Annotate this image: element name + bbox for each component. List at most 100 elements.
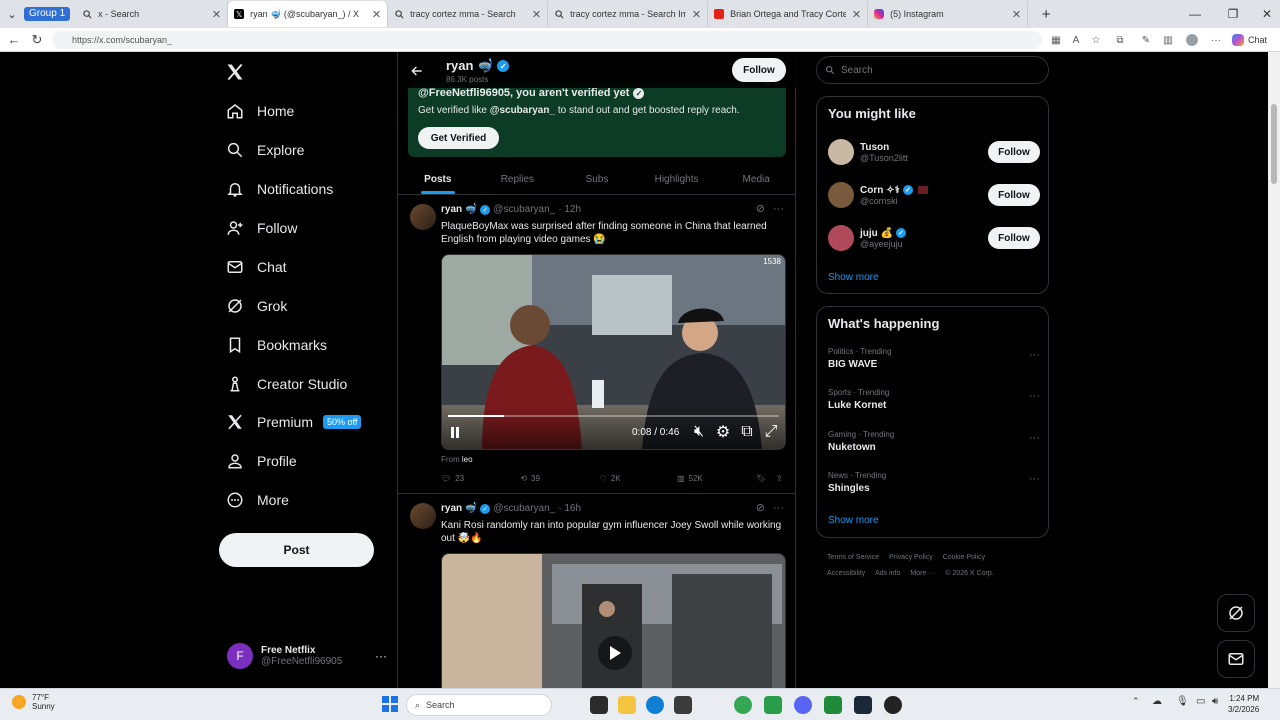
tab-group-chip[interactable]: Group 1: [24, 7, 71, 21]
calculator-icon[interactable]: [674, 696, 692, 714]
extension-icon[interactable]: ✎: [1138, 32, 1154, 48]
terminal-app-icon[interactable]: [590, 696, 608, 714]
close-window-icon[interactable]: ✕: [1250, 0, 1280, 28]
messages-fab-button[interactable]: [1217, 640, 1255, 678]
trend-item[interactable]: Gaming · Trending Nuketown ···: [828, 430, 1040, 453]
back-arrow-icon[interactable]: ←: [2, 28, 26, 52]
taskbar-clock[interactable]: 1:24 PM 3/2/2026: [1228, 693, 1259, 715]
avatar[interactable]: [410, 503, 436, 529]
more-dots-icon[interactable]: ···: [773, 502, 784, 514]
close-tab-icon[interactable]: ✕: [372, 8, 381, 21]
nav-notifications[interactable]: Notifications: [225, 174, 333, 204]
minimize-icon[interactable]: —: [1178, 0, 1212, 28]
avatar[interactable]: [828, 139, 854, 165]
x-logo-icon[interactable]: [225, 62, 247, 84]
store-app-icon[interactable]: [764, 696, 782, 714]
copilot-chat-button[interactable]: Chat: [1232, 32, 1272, 48]
url-field[interactable]: https://x.com/scubaryan_: [52, 31, 1042, 49]
maximize-icon[interactable]: ❐: [1216, 0, 1250, 28]
mute-icon[interactable]: 🔇︎: [692, 423, 706, 440]
tab-actions-chevron-icon[interactable]: ⌄: [0, 3, 24, 25]
video-source-link[interactable]: leo: [462, 455, 473, 464]
suggestion-item[interactable]: juju 💰 ✓ @ayeejuju Follow: [828, 223, 1040, 253]
avatar[interactable]: [828, 182, 854, 208]
close-tab-icon[interactable]: ✕: [532, 8, 541, 21]
more-dots-icon[interactable]: ···: [773, 203, 784, 215]
discord-icon[interactable]: [794, 696, 812, 714]
video-progress-bar[interactable]: [448, 415, 779, 417]
tab-posts[interactable]: Posts: [398, 165, 478, 194]
footer-link[interactable]: Ads info: [875, 570, 900, 577]
account-switcher[interactable]: F Free Netflix @FreeNetfli96905 ···: [227, 638, 387, 674]
app-available-icon[interactable]: ▦: [1048, 32, 1064, 48]
tray-app-icon[interactable]: ☁: [1152, 696, 1166, 714]
nav-grok[interactable]: Grok: [225, 291, 287, 321]
more-dots-icon[interactable]: ···: [1029, 432, 1040, 444]
edge-browser-icon[interactable]: [646, 696, 664, 714]
volume-icon[interactable]: 🔊︎: [1212, 696, 1224, 714]
obs-icon[interactable]: [884, 696, 902, 714]
menu-dots-icon[interactable]: ···: [1208, 32, 1224, 48]
footer-link[interactable]: Terms of Service: [827, 554, 879, 561]
xbox-app-icon[interactable]: [824, 696, 842, 714]
play-icon[interactable]: [598, 636, 632, 670]
tweet-video[interactable]: [441, 553, 786, 688]
tab-highlights[interactable]: Highlights: [637, 165, 717, 194]
follow-button[interactable]: Follow: [988, 184, 1040, 206]
windows-start-icon[interactable]: [382, 696, 400, 714]
show-more-link[interactable]: Show more: [828, 272, 879, 283]
close-tab-icon[interactable]: ✕: [1012, 8, 1021, 21]
suggestion-item[interactable]: Corn ✧⚕ ✓ @cornski Follow: [828, 180, 1040, 210]
browser-tab[interactable]: x - Search ✕: [76, 1, 229, 27]
tweet-video[interactable]: 1538 0:08 / 0:46 🔇︎ ⚙ ⧉ ⤢: [441, 254, 786, 450]
footer-link[interactable]: Cookie Policy: [943, 554, 985, 561]
pause-icon[interactable]: [448, 425, 462, 439]
browser-tab-active[interactable]: 𝕏 ryan 🤿 (@scubaryan_) / X ✕: [228, 1, 389, 27]
footer-link[interactable]: More ···: [910, 570, 935, 577]
tab-subs[interactable]: Subs: [557, 165, 637, 194]
back-arrow-icon[interactable]: [410, 64, 424, 78]
browser-tab[interactable]: tracy cortez mma - Search Images ✕: [548, 1, 709, 27]
taskbar-search[interactable]: ⌕ Search: [406, 694, 552, 716]
weather-widget[interactable]: 77°F Sunny: [12, 693, 55, 711]
like-button[interactable]: ♡ 2K: [600, 474, 677, 483]
close-tab-icon[interactable]: ✕: [212, 8, 221, 21]
bookmark-icon[interactable]: 🔖︎: [756, 474, 776, 483]
reply-button[interactable]: 💬︎ 23: [441, 474, 520, 483]
close-tab-icon[interactable]: ✕: [692, 8, 701, 21]
trend-item[interactable]: Politics · Trending BIG WAVE ···: [828, 347, 1040, 370]
nav-explore[interactable]: Explore: [225, 135, 304, 165]
grok-icon[interactable]: ⊘: [756, 202, 765, 215]
chrome-browser-icon[interactable]: [734, 696, 752, 714]
steam-icon[interactable]: [854, 696, 872, 714]
nav-follow[interactable]: Follow: [225, 213, 297, 243]
suggestion-item[interactable]: Tuson @Tuson2litt Follow: [828, 137, 1040, 167]
post-button[interactable]: Post: [219, 533, 374, 567]
picture-in-picture-icon[interactable]: ⧉: [740, 423, 754, 440]
footer-link[interactable]: Privacy Policy: [889, 554, 933, 561]
nav-creator-studio[interactable]: Creator Studio: [225, 369, 347, 399]
tab-replies[interactable]: Replies: [478, 165, 558, 194]
follow-button[interactable]: Follow: [988, 227, 1040, 249]
extensions-icon[interactable]: ⧉: [1112, 32, 1128, 48]
scrollbar-thumb[interactable]: [1271, 104, 1277, 184]
trend-item[interactable]: News · Trending Shingles ···: [828, 471, 1040, 494]
search-box[interactable]: [816, 56, 1049, 84]
follow-button[interactable]: Follow: [732, 58, 786, 82]
more-dots-icon[interactable]: ···: [1029, 390, 1040, 402]
follow-button[interactable]: Follow: [988, 141, 1040, 163]
nav-profile[interactable]: Profile: [225, 446, 297, 476]
views-button[interactable]: ▥ 52K: [677, 474, 756, 483]
nav-home[interactable]: Home: [225, 96, 294, 126]
avatar[interactable]: [410, 204, 436, 230]
close-tab-icon[interactable]: ✕: [852, 8, 861, 21]
more-dots-icon[interactable]: ···: [1029, 473, 1040, 485]
page-scrollbar[interactable]: [1268, 52, 1280, 688]
browser-tab[interactable]: tracy cortez mma - Search ✕: [388, 1, 549, 27]
tweet[interactable]: ryan 🤿 ✓ @scubaryan_ · 16h ⊘ ··· Kani Ro…: [398, 495, 796, 688]
file-explorer-icon[interactable]: [618, 696, 636, 714]
nav-bookmarks[interactable]: Bookmarks: [225, 330, 327, 360]
tray-chevron-icon[interactable]: ⌃: [1132, 696, 1144, 714]
profile-avatar-icon[interactable]: [1184, 32, 1200, 48]
nav-chat[interactable]: Chat: [225, 252, 287, 282]
